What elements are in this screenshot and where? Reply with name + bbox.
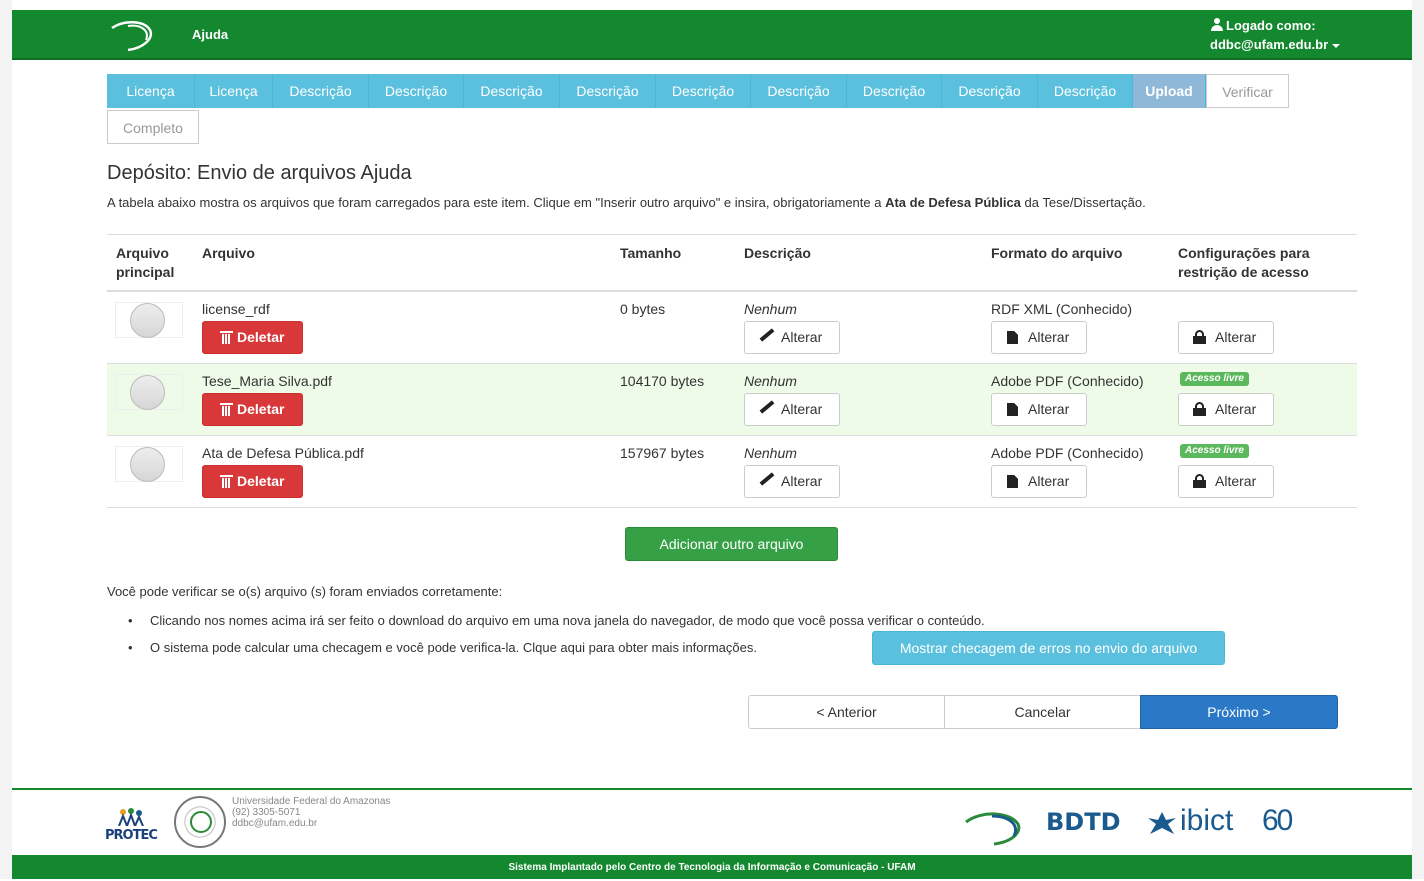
- access-status-badge: Acesso livre: [1180, 444, 1249, 458]
- step-tab[interactable]: Descrição: [560, 74, 656, 108]
- file-icon: [1007, 403, 1018, 416]
- change-format-button[interactable]: Alterar: [991, 465, 1087, 498]
- user-email[interactable]: ddbc@ufam.edu.br: [1210, 37, 1328, 52]
- upload-instructions: A tabela abaixo mostra os arquivos que f…: [107, 195, 1146, 210]
- file-icon: [1007, 475, 1018, 488]
- bottom-credits: Sistema Implantado pelo Centro de Tecnol…: [12, 855, 1412, 879]
- ibict-logo-text: ibict: [1180, 804, 1234, 837]
- access-status-badge: Acesso livre: [1180, 372, 1249, 386]
- step-tab[interactable]: Licença: [195, 74, 273, 108]
- step-tab[interactable]: Descrição: [369, 74, 464, 108]
- change-format-button[interactable]: Alterar: [991, 321, 1087, 354]
- file-description: Nenhum: [744, 373, 797, 389]
- file-name-link[interactable]: Ata de Defesa Pública.pdf: [202, 445, 364, 461]
- file-size: 104170 bytes: [620, 373, 705, 389]
- delete-button[interactable]: Deletar: [202, 393, 303, 426]
- protec-mark-icon: [118, 808, 144, 826]
- step-tab[interactable]: Licença: [107, 74, 195, 108]
- step-tab[interactable]: Descrição: [751, 74, 847, 108]
- step-tab[interactable]: Descrição: [656, 74, 751, 108]
- lock-icon: [1193, 474, 1206, 488]
- lock-icon: [1193, 402, 1206, 416]
- user-label: Logado como:: [1226, 18, 1316, 33]
- file-name-link[interactable]: license_rdf: [202, 301, 270, 317]
- file-name-link[interactable]: Tese_Maria Silva.pdf: [202, 373, 332, 389]
- trash-icon: [220, 475, 233, 488]
- file-size: 0 bytes: [620, 301, 666, 317]
- add-file-button[interactable]: Adicionar outro arquivo: [625, 527, 838, 561]
- step-tab[interactable]: Descrição: [273, 74, 369, 108]
- bdtd-logo-text: BDTD: [1046, 808, 1121, 836]
- col-access: Configurações para restrição de acesso: [1178, 245, 1310, 280]
- file-description: Nenhum: [744, 445, 797, 461]
- trash-icon: [220, 331, 233, 344]
- footer: PROTEC Universidade Federal do Amazonas …: [12, 788, 1412, 855]
- ibict-logo-icon: [1148, 812, 1176, 834]
- repository-logo-icon[interactable]: [110, 18, 160, 52]
- list-item: O sistema pode calcular uma checagem e v…: [128, 640, 757, 655]
- verify-intro-text: Você pode verificar se o(s) arquivo (s) …: [107, 584, 503, 599]
- file-format: Adobe PDF (Conhecido): [991, 373, 1144, 389]
- bdtd-swoosh-icon: [965, 812, 1021, 846]
- step-tab-complete[interactable]: Completo: [107, 110, 199, 144]
- file-format: RDF XML (Conhecido): [991, 301, 1133, 317]
- change-format-button[interactable]: Alterar: [991, 393, 1087, 426]
- col-primary-file: Arquivo principal: [116, 245, 175, 280]
- delete-button[interactable]: Deletar: [202, 465, 303, 498]
- top-navbar: Ajuda Logado como: ddbc@ufam.edu.br: [12, 10, 1412, 60]
- show-checksum-button[interactable]: Mostrar checagem de erros no envio do ar…: [872, 631, 1225, 665]
- change-access-button[interactable]: Alterar: [1178, 465, 1274, 498]
- wizard-navigation: < Anterior Cancelar Próximo >: [748, 695, 1338, 729]
- delete-button[interactable]: Deletar: [202, 321, 303, 354]
- protec-logo: PROTEC: [105, 804, 158, 844]
- page-margin-left: [0, 0, 12, 879]
- ufam-contact: Universidade Federal do Amazonas (92) 33…: [232, 796, 391, 829]
- step-tab[interactable]: Descrição: [942, 74, 1038, 108]
- change-description-button[interactable]: Alterar: [744, 393, 840, 426]
- pencil-icon: [759, 472, 775, 486]
- table-header: Arquivo principal Arquivo Tamanho Descriç…: [107, 234, 1357, 292]
- step-tab[interactable]: Descrição: [1038, 74, 1133, 108]
- protec-text: PROTEC: [105, 828, 158, 843]
- file-size: 157967 bytes: [620, 445, 705, 461]
- list-item: Clicando nos nomes acima irá ser feito o…: [128, 613, 985, 628]
- page-title: Depósito: Envio de arquivos Ajuda: [107, 162, 412, 184]
- col-file: Arquivo: [202, 245, 255, 261]
- change-access-button[interactable]: Alterar: [1178, 321, 1274, 354]
- user-menu[interactable]: Logado como: ddbc@ufam.edu.br: [1210, 16, 1341, 54]
- col-format: Formato do arquivo: [991, 245, 1123, 261]
- col-description: Descrição: [744, 245, 811, 261]
- change-access-button[interactable]: Alterar: [1178, 393, 1274, 426]
- step-tab[interactable]: Descrição: [464, 74, 560, 108]
- previous-button[interactable]: < Anterior: [748, 695, 945, 729]
- file-icon: [1007, 331, 1018, 344]
- step-tab[interactable]: Descrição: [847, 74, 942, 108]
- ibict-anniversary: 60: [1262, 804, 1293, 837]
- user-icon: [1211, 18, 1223, 31]
- primary-file-radio[interactable]: [115, 446, 183, 482]
- table-row: license_rdf Deletar 0 bytes Nenhum Alter…: [107, 292, 1357, 364]
- page-margin-right: [1412, 0, 1424, 879]
- app-title[interactable]: Ajuda: [192, 27, 228, 42]
- step-tab-upload[interactable]: Upload: [1133, 74, 1206, 108]
- file-description: Nenhum: [744, 301, 797, 317]
- lock-icon: [1193, 330, 1206, 344]
- primary-file-radio[interactable]: [115, 374, 183, 410]
- col-size: Tamanho: [620, 245, 682, 261]
- pencil-icon: [759, 328, 775, 342]
- change-description-button[interactable]: Alterar: [744, 321, 840, 354]
- file-format: Adobe PDF (Conhecido): [991, 445, 1144, 461]
- cancel-button[interactable]: Cancelar: [944, 695, 1141, 729]
- chevron-down-icon[interactable]: [1332, 43, 1341, 48]
- ufam-seal-icon: [174, 796, 226, 848]
- change-description-button[interactable]: Alterar: [744, 465, 840, 498]
- table-row: Ata de Defesa Pública.pdf Deletar 157967…: [107, 436, 1357, 508]
- step-tab-verify[interactable]: Verificar: [1206, 74, 1289, 108]
- primary-file-radio[interactable]: [115, 302, 183, 338]
- next-button[interactable]: Próximo >: [1140, 695, 1338, 729]
- table-row: Tese_Maria Silva.pdf Deletar 104170 byte…: [107, 364, 1357, 436]
- pencil-icon: [759, 400, 775, 414]
- trash-icon: [220, 403, 233, 416]
